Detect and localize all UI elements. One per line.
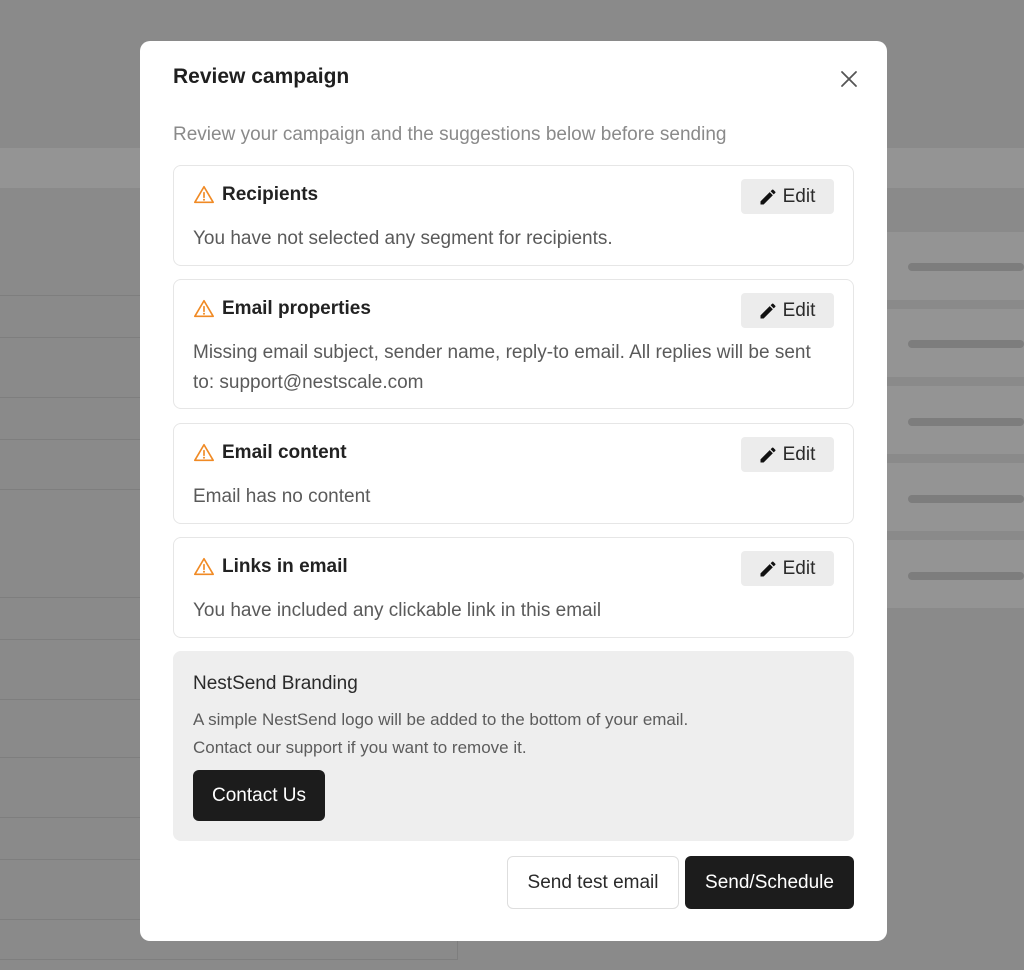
warning-icon	[193, 556, 215, 578]
background-placeholder	[908, 572, 1024, 580]
branding-line: Contact our support if you want to remov…	[193, 738, 527, 757]
background-divider	[0, 859, 140, 860]
background-divider	[0, 439, 140, 440]
pencil-icon	[758, 559, 778, 579]
edit-email-content-button[interactable]: Edit	[741, 437, 834, 472]
background-divider	[0, 639, 140, 640]
check-description: Missing email subject, sender name, repl…	[193, 342, 811, 393]
close-button[interactable]	[837, 67, 861, 91]
check-description: You have not selected any segment for re…	[193, 228, 613, 249]
check-title: Email properties	[222, 298, 371, 319]
background-divider	[0, 489, 140, 490]
edit-label: Edit	[782, 299, 816, 321]
check-card-email-properties: Email properties Edit Missing email subj…	[173, 279, 854, 409]
background-divider	[0, 337, 140, 338]
edit-label: Edit	[782, 443, 816, 465]
background-divider	[0, 817, 140, 818]
check-card-recipients: Recipients Edit You have not selected an…	[173, 165, 854, 266]
edit-email-properties-button[interactable]: Edit	[741, 293, 834, 328]
send-test-email-button[interactable]: Send test email	[507, 856, 679, 909]
warning-icon	[193, 184, 215, 206]
background-divider	[457, 941, 458, 960]
background-divider	[0, 295, 140, 296]
close-icon	[837, 71, 861, 95]
send-schedule-button[interactable]: Send/Schedule	[685, 856, 854, 909]
background-placeholder	[908, 263, 1024, 271]
check-description: Email has no content	[193, 486, 371, 507]
background-divider	[0, 597, 140, 598]
branding-text: A simple NestSend logo will be added to …	[193, 706, 813, 762]
background-divider	[0, 757, 140, 758]
background-placeholder	[908, 340, 1024, 348]
pencil-icon	[758, 301, 778, 321]
edit-links-button[interactable]: Edit	[741, 551, 834, 586]
edit-label: Edit	[782, 185, 816, 207]
check-title: Recipients	[222, 184, 319, 205]
review-campaign-modal: Review campaign Review your campaign and…	[140, 41, 887, 941]
check-description: You have included any clickable link in …	[193, 600, 602, 621]
check-title: Links in email	[222, 556, 348, 577]
warning-icon	[193, 442, 215, 464]
check-title: Email content	[222, 442, 347, 463]
branding-title: NestSend Branding	[193, 673, 358, 694]
edit-label: Edit	[782, 557, 816, 579]
modal-title: Review campaign	[173, 65, 350, 88]
background-divider	[0, 397, 140, 398]
modal-subtitle: Review your campaign and the suggestions…	[173, 124, 727, 145]
check-card-email-content: Email content Edit Email has no content	[173, 423, 854, 524]
background-placeholder	[908, 418, 1024, 426]
background-placeholder	[908, 495, 1024, 503]
branding-line: A simple NestSend logo will be added to …	[193, 710, 689, 729]
contact-us-button[interactable]: Contact Us	[193, 770, 325, 821]
edit-recipients-button[interactable]: Edit	[741, 179, 834, 214]
background-divider	[0, 919, 140, 920]
background-divider	[0, 959, 458, 960]
background-divider	[0, 699, 140, 700]
pencil-icon	[758, 187, 778, 207]
warning-icon	[193, 298, 215, 320]
pencil-icon	[758, 445, 778, 465]
branding-panel: NestSend Branding A simple NestSend logo…	[173, 651, 854, 841]
check-card-links: Links in email Edit You have included an…	[173, 537, 854, 638]
